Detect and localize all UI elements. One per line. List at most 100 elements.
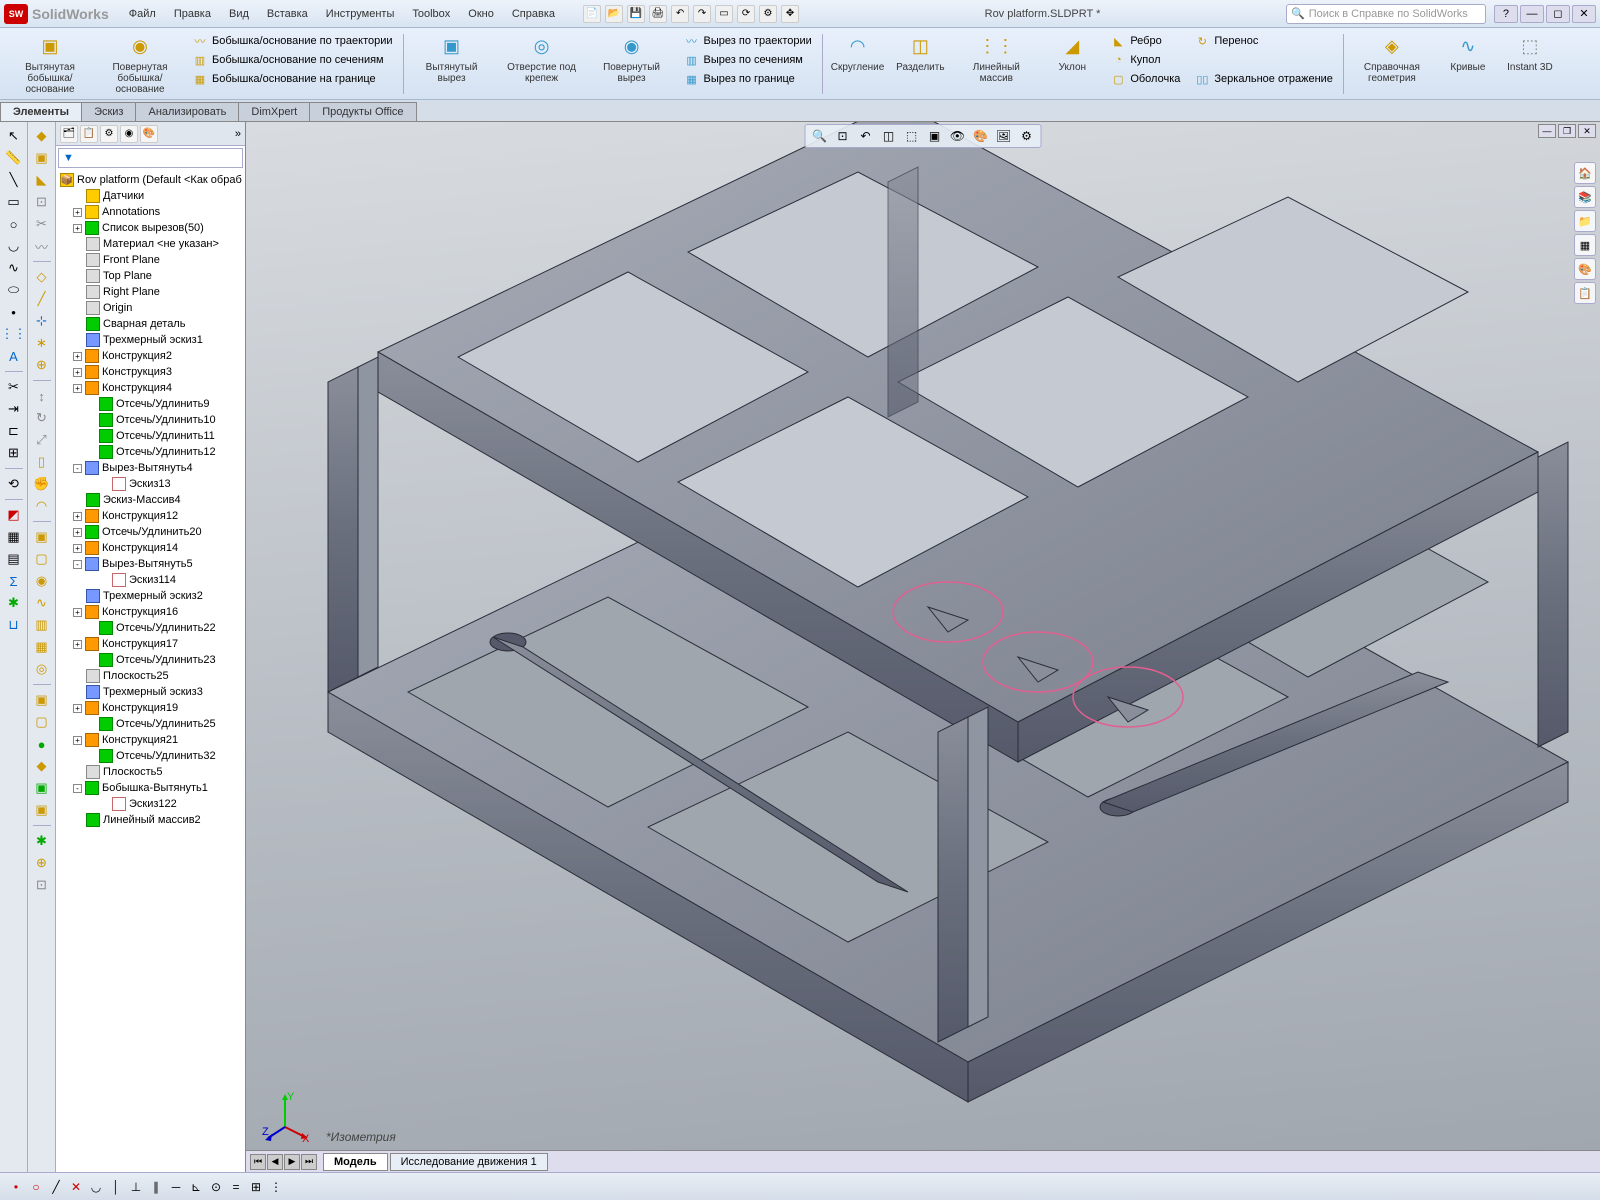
display2-tool-icon[interactable]: ▤ (4, 549, 24, 569)
loft-icon[interactable]: ▥ (32, 615, 52, 635)
menu-toolbox[interactable]: Toolbox (404, 5, 458, 23)
spline-tool-icon[interactable]: ∿ (4, 258, 24, 278)
tree-node[interactable]: Материал <не указан> (58, 236, 243, 252)
endcap-icon[interactable]: ⊡ (32, 192, 52, 212)
tree-expand-icon[interactable]: + (73, 640, 82, 649)
tab-sketch[interactable]: Эскиз (81, 102, 136, 121)
lofted-boss-button[interactable]: ▥Бобышка/основание по сечениям (188, 51, 397, 69)
file-explorer-tab-icon[interactable]: 📁 (1574, 210, 1596, 232)
text-tool-icon[interactable]: A (4, 346, 24, 366)
view-palette-tab-icon[interactable]: ▦ (1574, 234, 1596, 256)
apply-scene-icon[interactable]: 🖼 (994, 126, 1014, 146)
tab-last-icon[interactable]: ⏭ (301, 1154, 317, 1170)
tree-expand-icon[interactable]: - (73, 464, 82, 473)
tree-collapse-icon[interactable]: » (235, 128, 241, 140)
trim-weld-icon[interactable]: ✂ (32, 214, 52, 234)
tree-node[interactable]: Эскиз13 (58, 476, 243, 492)
axis-tool-icon[interactable]: ✱ (4, 593, 24, 613)
extra6-icon[interactable]: ▣ (32, 800, 52, 820)
draft-button[interactable]: ◢ Уклон (1042, 30, 1102, 75)
point2-icon[interactable]: ∗ (32, 333, 52, 353)
lofted-cut-button[interactable]: ▥Вырез по сечениям (680, 51, 816, 69)
minimize-button[interactable]: — (1520, 5, 1544, 23)
hole-wizard-button[interactable]: ◎ Отверстие под крепеж (498, 30, 586, 86)
sketch-snap-icon[interactable]: ⋮ (268, 1179, 284, 1195)
tree-tab-config-icon[interactable]: ⚙ (100, 125, 118, 143)
mirror-button[interactable]: ▯▯Зеркальное отражение (1190, 70, 1337, 88)
curves-button[interactable]: ∿ Кривые (1438, 30, 1498, 75)
tree-node[interactable]: Отсечь/Удлинить9 (58, 396, 243, 412)
grab-icon[interactable]: ✊ (32, 474, 52, 494)
sketch-point-icon[interactable]: • (8, 1179, 24, 1195)
sketch-arc-icon[interactable]: ◡ (88, 1179, 104, 1195)
tree-expand-icon[interactable]: + (73, 544, 82, 553)
tree-node[interactable]: Отсечь/Удлинить22 (58, 620, 243, 636)
tree-node[interactable]: +Конструкция2 (58, 348, 243, 364)
tab-features[interactable]: Элементы (0, 102, 82, 121)
tree-node[interactable]: Плоскость25 (58, 668, 243, 684)
extra8-icon[interactable]: ⊕ (32, 853, 52, 873)
hide-show-icon[interactable]: 👁 (948, 126, 968, 146)
tree-expand-icon[interactable]: + (73, 384, 82, 393)
bead-icon[interactable]: 〰 (32, 236, 52, 256)
sketch-circle-icon[interactable]: ○ (28, 1179, 44, 1195)
extra3-icon[interactable]: ● (32, 734, 52, 754)
tree-node[interactable]: +Конструкция21 (58, 732, 243, 748)
coord-icon[interactable]: ⊹ (32, 311, 52, 331)
help-search-input[interactable]: 🔍 Поиск в Справке по SolidWorks (1286, 4, 1486, 24)
tab-motion-study[interactable]: Исследование движения 1 (390, 1153, 548, 1171)
boundary-boss-button[interactable]: ▦Бобышка/основание на границе (188, 70, 397, 88)
grid-tool-icon[interactable]: ⊞ (4, 443, 24, 463)
tab-next-icon[interactable]: ▶ (284, 1154, 300, 1170)
tree-node[interactable]: +Список вырезов(50) (58, 220, 243, 236)
rib-button[interactable]: ◣Ребро (1106, 32, 1184, 50)
axis2-icon[interactable]: ╱ (32, 289, 52, 309)
tree-node[interactable]: Эскиз-Массив4 (58, 492, 243, 508)
tab-dimxpert[interactable]: DimXpert (238, 102, 310, 121)
qat-open-icon[interactable]: 📂 (605, 5, 623, 23)
view-settings-icon[interactable]: ⚙ (1017, 126, 1037, 146)
bound-icon[interactable]: ▦ (32, 637, 52, 657)
sketch-vertical-icon[interactable]: │ (108, 1179, 124, 1195)
tree-node[interactable]: Top Plane (58, 268, 243, 284)
tree-node[interactable]: Отсечь/Удлинить25 (58, 716, 243, 732)
swept-boss-button[interactable]: 〰Бобышка/основание по траектории (188, 32, 397, 50)
plane-icon[interactable]: ◇ (32, 267, 52, 287)
menu-view[interactable]: Вид (221, 5, 257, 23)
tree-expand-icon[interactable]: + (73, 608, 82, 617)
revolved-cut-button[interactable]: ◉ Повернутый вырез (588, 30, 676, 86)
tree-filter-input[interactable]: ▼ (58, 148, 243, 168)
gusset-icon[interactable]: ◣ (32, 170, 52, 190)
edit-appearance-icon[interactable]: 🎨 (971, 126, 991, 146)
rev-icon[interactable]: ◉ (32, 571, 52, 591)
view-orient-icon[interactable]: ⬚ (902, 126, 922, 146)
trim-tool-icon[interactable]: ✂ (4, 377, 24, 397)
extra7-icon[interactable]: ✱ (32, 831, 52, 851)
tree-expand-icon[interactable]: - (73, 784, 82, 793)
tree-expand-icon[interactable]: - (73, 560, 82, 569)
tree-node[interactable]: +Конструкция14 (58, 540, 243, 556)
tree-node[interactable]: Отсечь/Удлинить32 (58, 748, 243, 764)
close-button[interactable]: ✕ (1572, 5, 1596, 23)
cut-icon[interactable]: ▢ (32, 549, 52, 569)
tree-node[interactable]: Эскиз122 (58, 796, 243, 812)
sketch-equal-icon[interactable]: = (228, 1179, 244, 1195)
tree-node[interactable]: +Конструкция17 (58, 636, 243, 652)
menu-edit[interactable]: Правка (166, 5, 219, 23)
tab-model[interactable]: Модель (323, 1153, 388, 1171)
boundary-cut-button[interactable]: ▦Вырез по границе (680, 70, 816, 88)
fillet-button[interactable]: ◠ Скругление (827, 30, 889, 75)
tree-node[interactable]: Right Plane (58, 284, 243, 300)
boss-icon[interactable]: ▣ (32, 527, 52, 547)
tree-expand-icon[interactable]: + (73, 352, 82, 361)
extruded-cut-button[interactable]: ▣ Вытянутый вырез (408, 30, 496, 86)
extra2-icon[interactable]: ▢ (32, 712, 52, 732)
tab-prev-icon[interactable]: ◀ (267, 1154, 283, 1170)
mdi-minimize-icon[interactable]: — (1538, 124, 1556, 138)
sketch-perp-icon[interactable]: ⊥ (128, 1179, 144, 1195)
menu-insert[interactable]: Вставка (259, 5, 316, 23)
section-tool-icon[interactable]: ◩ (4, 505, 24, 525)
tree-node[interactable]: Трехмерный эскиз2 (58, 588, 243, 604)
qat-save-icon[interactable]: 💾 (627, 5, 645, 23)
menu-file[interactable]: Файл (121, 5, 164, 23)
